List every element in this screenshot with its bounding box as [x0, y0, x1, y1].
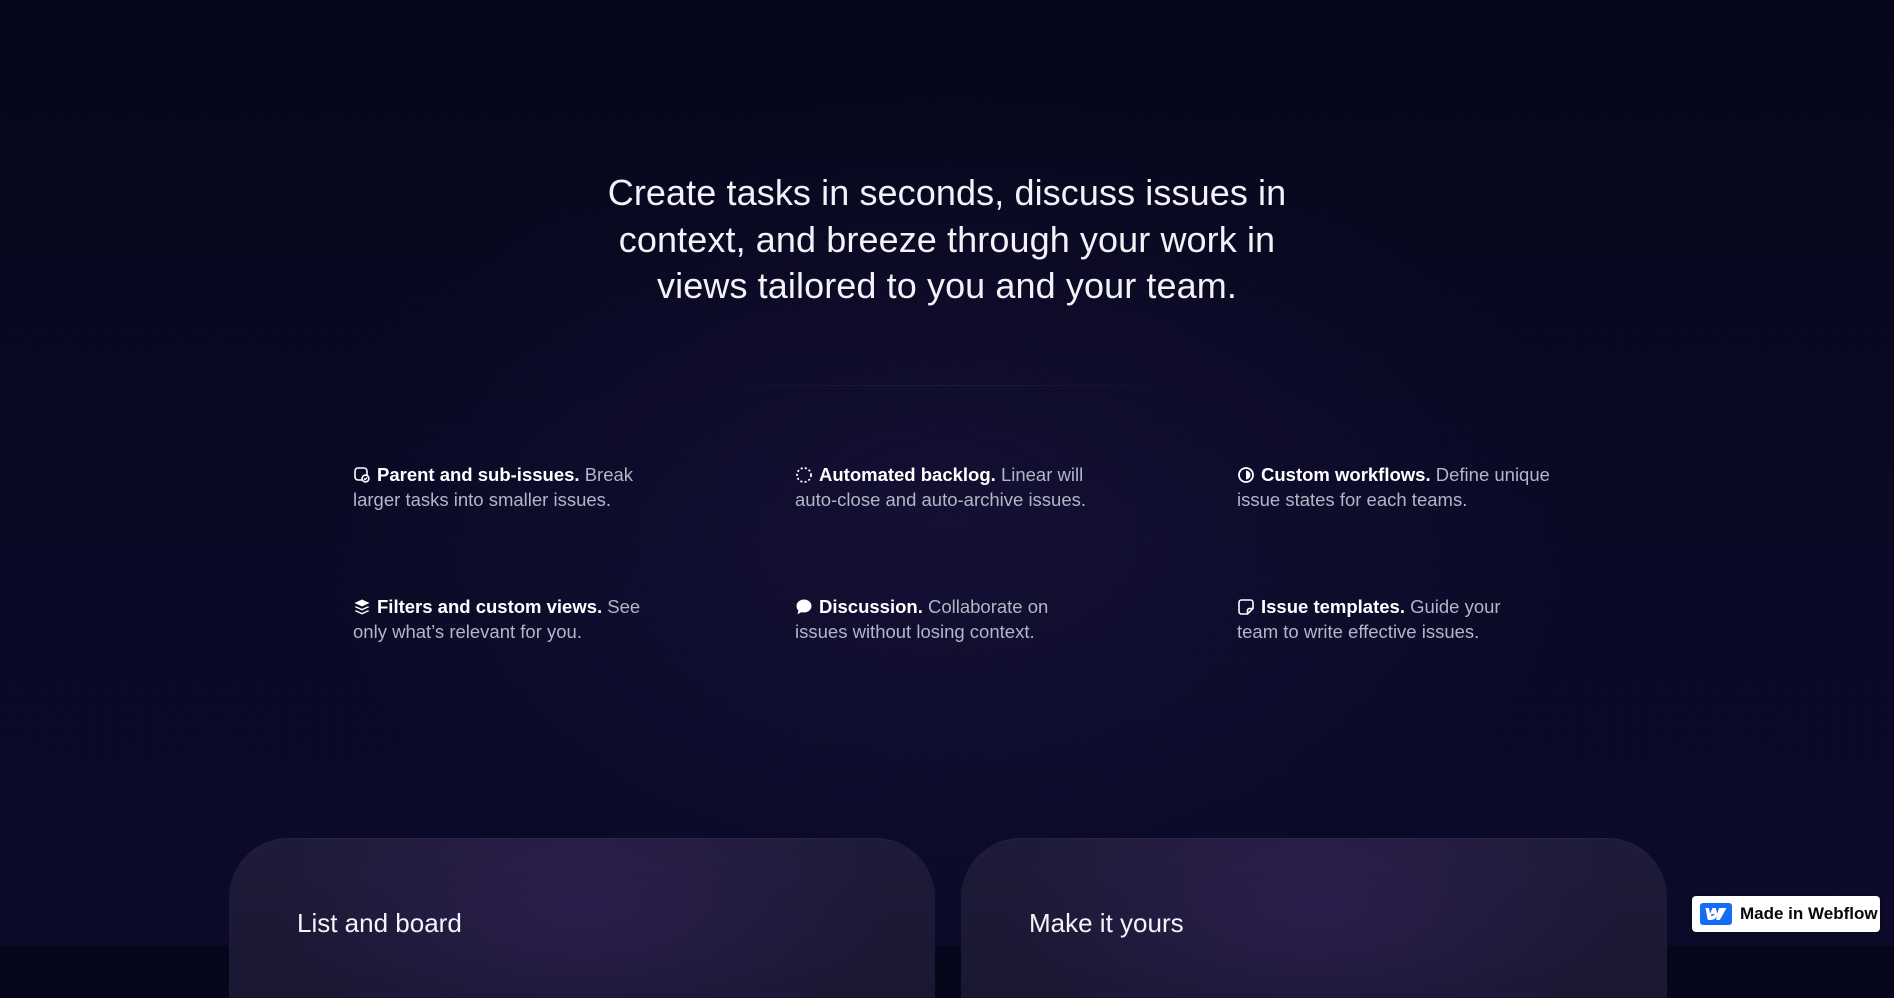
feature-title: Filters and custom views. — [377, 596, 603, 617]
backlog-dashed-circle-icon — [795, 466, 813, 484]
sub-issue-icon — [353, 466, 371, 484]
feature-title: Discussion. — [819, 596, 923, 617]
feature-automated-backlog: Automated backlog. Linear will auto-clos… — [795, 462, 1105, 512]
card-title: Make it yours — [1029, 908, 1184, 938]
feature-title: Parent and sub-issues. — [377, 464, 580, 485]
hero-line-2: context, and breeze through your work in — [618, 218, 1276, 260]
hero-line-3: views tailored to you and your team. — [657, 265, 1237, 306]
card-list-and-board: List and board — [229, 838, 935, 998]
workflow-half-circle-icon — [1237, 466, 1255, 484]
feature-discussion: Discussion. Collaborate on issues withou… — [795, 594, 1085, 644]
layers-icon — [353, 598, 371, 616]
feature-title: Custom workflows. — [1261, 464, 1431, 485]
badge-label: Made in Webflow — [1740, 904, 1878, 923]
made-in-webflow-badge[interactable]: Made in Webflow — [1692, 896, 1880, 932]
hero-heading: Create tasks in seconds, discuss issues … — [0, 170, 1894, 310]
feature-title: Automated backlog. — [819, 464, 996, 485]
feature-filters-custom-views: Filters and custom views. See only what’… — [353, 594, 663, 644]
feature-parent-sub-issues: Parent and sub-issues. Break larger task… — [353, 462, 683, 512]
feature-issue-templates: Issue templates. Guide your team to writ… — [1237, 594, 1537, 644]
feature-custom-workflows: Custom workflows. Define unique issue st… — [1237, 462, 1577, 512]
webflow-logo-icon — [1700, 903, 1732, 925]
card-make-it-yours: Make it yours — [961, 838, 1667, 998]
hero-line-1: Create tasks in seconds, discuss issues … — [607, 172, 1287, 213]
feature-title: Issue templates. — [1261, 596, 1405, 617]
chat-bubble-icon — [795, 598, 813, 616]
card-title: List and board — [297, 908, 462, 938]
section-divider — [640, 385, 1254, 386]
template-note-icon — [1237, 598, 1255, 616]
